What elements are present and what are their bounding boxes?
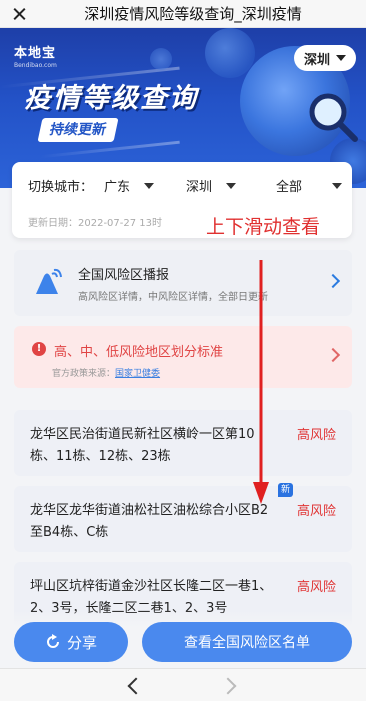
city-switch-label: 深圳 — [303, 52, 330, 68]
broadcast-icon — [36, 268, 62, 294]
city-select[interactable]: 深圳 — [186, 176, 268, 195]
close-icon[interactable] — [0, 0, 40, 28]
scroll-hint-annotation: 上下滑动查看 — [206, 216, 321, 238]
caret-down-icon — [144, 182, 155, 189]
alert-icon: ! — [32, 342, 46, 356]
district-select-value: 全部 — [276, 180, 303, 195]
caret-down-icon — [332, 182, 343, 189]
caret-down-icon — [226, 182, 237, 189]
back-arrow-icon[interactable] — [127, 677, 145, 695]
forward-arrow-icon[interactable] — [219, 677, 237, 695]
risk-standard-card[interactable]: ! 高、中、低风险地区划分标准 官方政策来源：国家卫健委 — [14, 326, 352, 388]
logo-text: 本地宝 — [14, 46, 57, 61]
filter-label: 切换城市： — [28, 180, 94, 195]
share-icon — [47, 634, 59, 648]
broadcast-desc: 高风险区详情，中风险区详情，全部日更新 — [78, 292, 268, 303]
list-button-label: 查看全国风险区名单 — [184, 635, 310, 651]
caret-down-icon — [336, 55, 346, 61]
broadcast-title: 全国风险区播报 — [78, 268, 170, 283]
chevron-right-icon — [325, 347, 341, 363]
share-button[interactable]: 分享 — [14, 622, 128, 662]
risk-area-item[interactable]: 龙华区民治街道民新社区横岭一区第10栋、11栋、12栋、23栋 高风险 — [14, 410, 352, 476]
risk-area-name: 龙华区民治街道民新社区横岭一区第10栋、11栋、12栋、23栋 — [30, 427, 255, 464]
standard-source: 官方政策来源：国家卫健委 — [52, 366, 160, 379]
browser-nav-bar — [0, 668, 366, 701]
filter-row: 切换城市： 广东 深圳 全部 — [28, 176, 343, 195]
banner-title: 疫情等级查询 — [24, 83, 198, 114]
source-prefix: 官方政策来源： — [52, 369, 116, 379]
share-label: 分享 — [66, 633, 97, 652]
source-link[interactable]: 国家卫健委 — [115, 369, 160, 379]
national-risk-list-button[interactable]: 查看全国风险区名单 — [142, 622, 352, 662]
risk-level-label: 高风险 — [296, 428, 336, 443]
district-select[interactable]: 全部 — [276, 176, 343, 195]
city-select-value: 深圳 — [186, 180, 213, 195]
chevron-right-icon — [325, 273, 341, 289]
standard-title: 高、中、低风险地区划分标准 — [54, 345, 224, 360]
update-date: 更新日期：2022-07-27 13时 — [28, 218, 163, 229]
province-select[interactable]: 广东 — [104, 176, 174, 195]
scroll-arrow-annotation — [253, 260, 269, 504]
virus-decoration — [205, 28, 255, 78]
national-broadcast-card[interactable]: 全国风险区播报 高风险区详情，中风险区详情，全部日更新 — [14, 250, 352, 316]
province-select-value: 广东 — [104, 180, 131, 195]
magnifier-icon — [309, 93, 358, 142]
risk-area-item[interactable]: 新 龙华区龙华街道油松社区油松综合小区B2至B4栋、C栋 高风险 — [14, 483, 352, 552]
virus-decoration — [150, 48, 172, 70]
city-switch-button[interactable]: 深圳 — [293, 45, 356, 71]
page-title: 深圳疫情风险等级查询_深圳疫情 — [84, 5, 302, 23]
bottom-action-bar: 分享 查看全国风险区名单 — [0, 610, 366, 668]
brand-logo: 本地宝 Bendibao.com — [14, 42, 57, 69]
risk-level-label: 高风险 — [296, 504, 336, 519]
risk-area-name: 龙华区龙华街道油松社区油松综合小区B2至B4栋、C栋 — [30, 503, 269, 540]
logo-subtext: Bendibao.com — [14, 62, 57, 69]
new-badge: 新 — [278, 483, 294, 497]
banner-subtitle: 持续更新 — [37, 118, 119, 142]
browser-top-bar: 深圳疫情风险等级查询_深圳疫情 — [0, 0, 366, 28]
banner-streak-decoration — [40, 140, 180, 159]
risk-level-label: 高风险 — [296, 580, 336, 595]
